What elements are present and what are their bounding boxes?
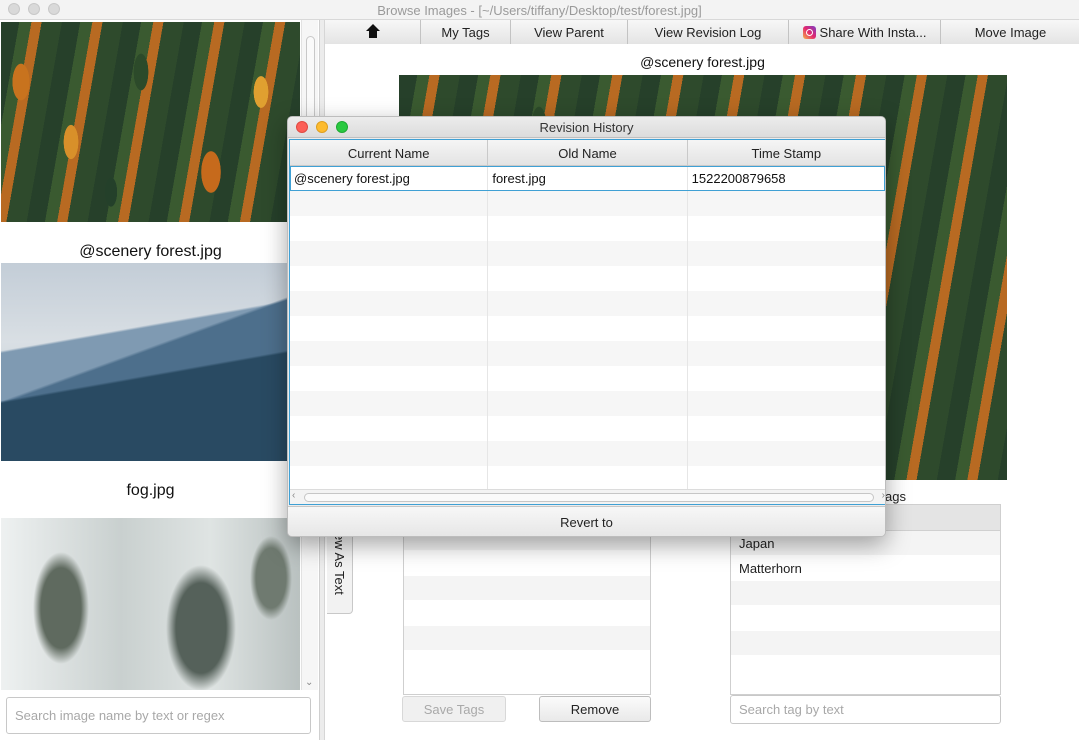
tag-item[interactable]: Matterhorn — [731, 556, 1000, 581]
home-button[interactable] — [325, 20, 421, 44]
view-revision-log-button[interactable]: View Revision Log — [628, 20, 789, 44]
toolbar: My Tags View Parent View Revision Log Sh… — [325, 20, 1079, 44]
image-thumbnail-list[interactable]: @scenery forest.jpg fog.jpg — [0, 20, 301, 690]
image-browser-panel: @scenery forest.jpg fog.jpg ⌄ — [0, 20, 320, 740]
thumbnail-caption[interactable]: @scenery forest.jpg — [0, 243, 301, 261]
cell-old-name: forest.jpg — [488, 166, 688, 191]
revision-history-dialog: Revision History Current Name Old Name T… — [287, 116, 886, 537]
table-row[interactable] — [290, 391, 885, 416]
chevron-left-icon[interactable]: ‹ — [292, 490, 295, 501]
table-row[interactable] — [290, 316, 885, 341]
search-image-input[interactable] — [6, 697, 311, 734]
save-tags-button[interactable]: Save Tags — [402, 696, 506, 722]
column-header-time-stamp[interactable]: Time Stamp — [688, 140, 885, 166]
view-as-text-label: ew As Text — [332, 533, 347, 595]
revision-table[interactable]: Current Name Old Name Time Stamp @scener… — [289, 139, 885, 505]
table-row[interactable] — [290, 366, 885, 391]
table-row[interactable] — [290, 216, 885, 241]
share-instagram-button[interactable]: Share With Insta... — [789, 20, 941, 44]
browse-images-window: Browse Images - [~/Users/tiffany/Desktop… — [0, 0, 1079, 740]
thumbnail-fog[interactable] — [1, 263, 300, 461]
dialog-titlebar: Revision History — [288, 117, 885, 138]
scrollbar-thumb[interactable] — [306, 36, 315, 126]
table-row[interactable] — [290, 466, 885, 491]
my-tags-button[interactable]: My Tags — [421, 20, 511, 44]
window-title: Browse Images - [~/Users/tiffany/Desktop… — [377, 3, 702, 18]
revert-to-button[interactable]: Revert to — [288, 506, 885, 536]
chevron-down-icon[interactable]: ⌄ — [305, 677, 313, 688]
list-item[interactable] — [731, 631, 1000, 656]
table-horizontal-scrollbar[interactable]: ‹ › — [290, 489, 885, 504]
list-item[interactable] — [404, 576, 650, 601]
table-row[interactable]: @scenery forest.jpg forest.jpg 152220087… — [290, 166, 885, 191]
cell-current-name: @scenery forest.jpg — [290, 166, 489, 191]
column-header-old-name[interactable]: Old Name — [488, 140, 688, 166]
list-item[interactable] — [731, 656, 1000, 681]
image-title: @scenery forest.jpg — [640, 54, 765, 70]
tags-caption: ags — [885, 489, 906, 504]
thumbnail-snow[interactable] — [1, 518, 300, 690]
table-row[interactable] — [290, 416, 885, 441]
list-item[interactable] — [731, 606, 1000, 631]
table-row[interactable] — [290, 266, 885, 291]
share-label: Share With Insta... — [819, 24, 927, 40]
move-image-button[interactable]: Move Image — [941, 20, 1079, 44]
table-row[interactable] — [290, 191, 885, 216]
list-item[interactable] — [404, 551, 650, 576]
window-titlebar: Browse Images - [~/Users/tiffany/Desktop… — [0, 0, 1079, 20]
table-row[interactable] — [290, 291, 885, 316]
table-body: @scenery forest.jpg forest.jpg 152220087… — [290, 166, 885, 491]
dialog-title: Revision History — [539, 120, 634, 135]
list-item[interactable] — [404, 626, 650, 651]
instagram-icon — [802, 25, 816, 39]
chevron-right-icon[interactable]: › — [882, 490, 885, 501]
remove-button[interactable]: Remove — [539, 696, 651, 722]
list-item[interactable] — [731, 581, 1000, 606]
thumbnail-forest[interactable] — [1, 22, 300, 222]
column-header-current-name[interactable]: Current Name — [290, 140, 489, 166]
scrollbar-thumb[interactable] — [304, 493, 874, 502]
table-row[interactable] — [290, 241, 885, 266]
list-item[interactable] — [404, 601, 650, 626]
search-tag-input[interactable] — [730, 695, 1001, 724]
home-icon — [365, 23, 380, 38]
cell-time-stamp: 1522200879658 — [691, 171, 786, 186]
thumbnail-caption[interactable]: fog.jpg — [0, 482, 301, 500]
table-row[interactable] — [290, 341, 885, 366]
view-parent-button[interactable]: View Parent — [511, 20, 628, 44]
table-row[interactable] — [290, 441, 885, 466]
table-header: Current Name Old Name Time Stamp — [290, 140, 885, 166]
list-item[interactable] — [404, 651, 650, 676]
